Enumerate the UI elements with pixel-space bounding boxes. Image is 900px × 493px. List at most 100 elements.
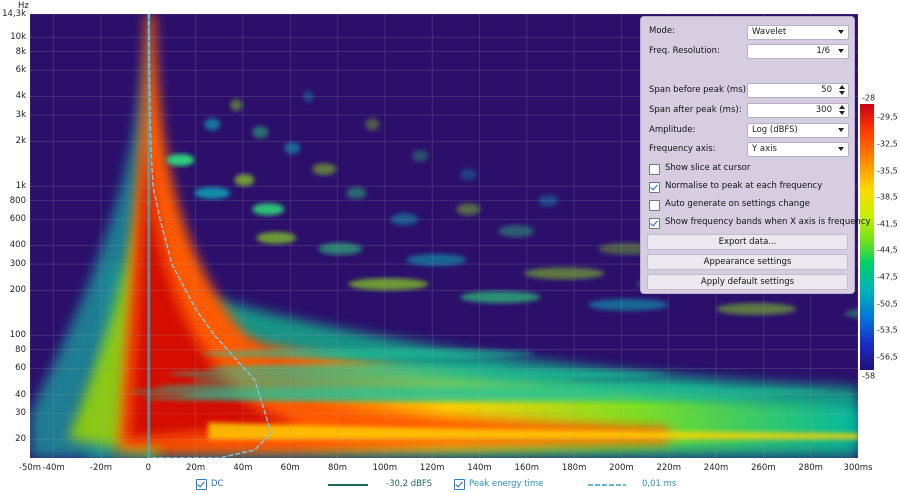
- span-after-label: Span after peak (ms):: [649, 105, 742, 115]
- energy-blob: [252, 126, 269, 139]
- y-tick-label: 60: [15, 363, 26, 374]
- span-before-label: Span before peak (ms):: [649, 85, 749, 95]
- show-bands-checkbox[interactable]: [649, 218, 660, 229]
- x-tick-label: 140m: [467, 463, 492, 473]
- energy-blob: [365, 118, 380, 131]
- energy-blob: [460, 168, 477, 181]
- colorbar-tick-label: -38,5: [877, 192, 898, 202]
- x-tick-label: 100m: [372, 463, 398, 473]
- colorbar-tick-label: -50,5: [877, 299, 898, 308]
- x-tick-label: -40m: [42, 463, 65, 473]
- energy-blob: [844, 308, 858, 318]
- energy-blob: [166, 153, 195, 166]
- energy-blob: [346, 187, 367, 200]
- colorbar-tick-label: -29,5: [877, 112, 898, 122]
- energy-blob: [716, 302, 797, 315]
- chevron-down-icon: [838, 49, 844, 53]
- y-tick-label: 400: [9, 240, 26, 251]
- energy-blob: [230, 99, 243, 112]
- x-tick-label: -20m: [89, 463, 113, 473]
- energy-blob: [412, 149, 429, 162]
- show-slice-label: Show slice at cursor: [665, 163, 751, 173]
- amplitude-value: Log (dBFS): [752, 125, 798, 135]
- span-after-input[interactable]: 300: [747, 103, 849, 118]
- spin-up-icon[interactable]: [839, 105, 845, 109]
- span-before-value: 50: [821, 85, 832, 95]
- dc-checkbox[interactable]: [196, 479, 207, 490]
- export-data-button[interactable]: Export data...: [647, 234, 848, 250]
- colorbar-tick-label: -35,5: [877, 166, 898, 175]
- frequency-axis-value: Y axis: [752, 144, 777, 154]
- y-tick-label: 80: [15, 344, 26, 355]
- chevron-down-icon: [838, 128, 844, 132]
- energy-blob: [194, 187, 231, 200]
- colorbar-tick-label: -41,5: [877, 219, 898, 229]
- energy-blob: [252, 203, 285, 216]
- frequency-axis-select[interactable]: Y axis: [747, 142, 849, 157]
- y-tick-label: 20: [15, 434, 26, 445]
- colorbar-tick-label: -28: [862, 93, 876, 103]
- x-tick-label: 40m: [233, 463, 253, 473]
- freq-resolution-select[interactable]: 1/6: [747, 44, 849, 59]
- auto-generate-checkbox[interactable]: [649, 200, 660, 211]
- energy-blob: [348, 278, 429, 291]
- peak-energy-checkbox[interactable]: [454, 479, 465, 490]
- spin-down-icon[interactable]: [839, 111, 845, 115]
- controls-panel: Mode: Wavelet Freq. Resolution: 1/6 Span…: [640, 16, 871, 294]
- frequency-axis-label: Frequency axis:: [649, 144, 716, 154]
- x-tick-label: 60m: [280, 463, 300, 473]
- energy-blob: [456, 203, 481, 216]
- x-tick-label: 260m: [751, 463, 776, 473]
- dc-label: DC: [211, 479, 224, 489]
- energy-blob: [460, 291, 541, 304]
- colorbar-tick-label: -44,5: [877, 245, 898, 255]
- amplitude-select[interactable]: Log (dBFS): [747, 123, 849, 138]
- show-bands-label: Show frequency bands when X axis is freq…: [665, 217, 871, 227]
- energy-blob: [234, 174, 255, 187]
- x-tick-label: 280m: [798, 463, 823, 473]
- auto-generate-label: Auto generate on settings change: [665, 199, 810, 209]
- y-tick-label: 14,3k: [2, 9, 26, 19]
- spin-up-icon[interactable]: [839, 85, 845, 89]
- dc-value: -30,2 dBFS: [386, 479, 433, 489]
- energy-blob: [588, 298, 669, 311]
- energy-blob: [498, 225, 535, 238]
- span-before-input[interactable]: 50: [747, 83, 849, 98]
- x-tick-label: 120m: [419, 463, 445, 473]
- peak-energy-swatch: [588, 484, 626, 486]
- x-tick-label: 0: [145, 463, 151, 473]
- mode-select[interactable]: Wavelet: [747, 25, 849, 40]
- energy-blob: [312, 163, 337, 176]
- x-tick-label: -50m: [18, 463, 42, 473]
- energy-blob: [524, 267, 605, 280]
- chevron-down-icon: [838, 147, 844, 151]
- peak-energy-value: 0,01 ms: [642, 479, 677, 489]
- y-tick-label: 10k: [10, 32, 26, 43]
- x-tick-label: 240m: [703, 463, 729, 473]
- freq-resolution-value: 1/6: [816, 46, 830, 56]
- y-tick-label: 40: [15, 389, 26, 400]
- mode-value: Wavelet: [752, 27, 787, 37]
- y-tick-label: 600: [9, 214, 26, 225]
- normalise-checkbox[interactable]: [649, 182, 660, 193]
- colorbar-tick-label: -47,5: [877, 272, 898, 282]
- y-tick-label: 8k: [15, 46, 26, 57]
- colorbar-tick-label: -58: [862, 371, 876, 381]
- dc-line-swatch: [328, 484, 368, 486]
- appearance-settings-button[interactable]: Appearance settings: [647, 254, 848, 270]
- colorbar: [860, 104, 874, 370]
- energy-blob: [284, 142, 301, 155]
- energy-blob: [204, 118, 221, 131]
- y-tick-label: 800: [9, 195, 26, 206]
- x-tick-label: 300ms: [843, 463, 873, 473]
- colorbar-tick-label: -56,5: [877, 352, 898, 362]
- apply-default-settings-button[interactable]: Apply default settings: [647, 274, 848, 290]
- show-slice-checkbox[interactable]: [649, 164, 660, 175]
- x-tick-label: 80m: [327, 463, 348, 473]
- y-tick-label: 200: [9, 285, 26, 296]
- y-tick-label: 2k: [15, 136, 26, 147]
- spin-down-icon[interactable]: [839, 91, 845, 95]
- x-tick-label: 20m: [186, 463, 206, 473]
- y-tick-label: 3k: [15, 110, 26, 121]
- colorbar-tick-label: -53,5: [877, 325, 898, 335]
